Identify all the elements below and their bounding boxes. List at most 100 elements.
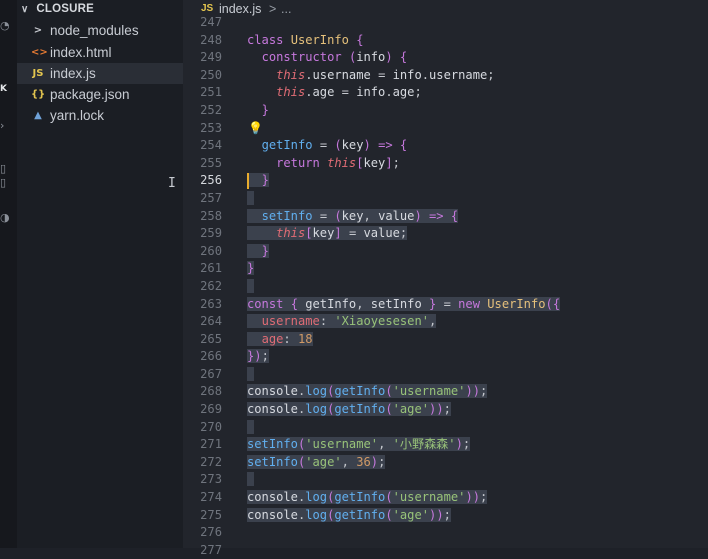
code-text: [247, 190, 255, 208]
file-tree-item[interactable]: > node_modules: [17, 20, 183, 41]
line-number: 257: [200, 190, 222, 205]
code-line[interactable]: 252 }: [183, 102, 708, 120]
text-caret: [247, 173, 249, 190]
file-tree-item[interactable]: JS index.js: [17, 63, 183, 84]
line-number: 261: [200, 261, 222, 276]
line-number: 260: [200, 243, 222, 258]
code-line[interactable]: 258 setInfo = (key, value) => {: [183, 208, 708, 226]
file-type-icon: <>: [31, 47, 48, 58]
code-line[interactable]: 255 return this[key];: [183, 155, 708, 173]
chevron-right-icon: >: [33, 25, 43, 36]
code-text: getInfo = (key) => {: [261, 138, 408, 153]
code-text: setInfo('username', '小野森森');: [247, 437, 471, 452]
code-line[interactable]: 276: [183, 524, 708, 542]
line-number: 266: [200, 349, 222, 364]
line-number: 268: [200, 384, 222, 399]
line-number: 269: [200, 402, 222, 417]
code-line[interactable]: 256 }: [183, 172, 708, 190]
file-tree-item[interactable]: <> index.html: [17, 42, 183, 63]
code-lines[interactable]: 247 248 class UserInfo {249 constructor (i…: [183, 14, 708, 559]
file-tree-label: package.json: [50, 87, 130, 102]
code-text: console.log(getInfo('age'));: [247, 507, 451, 522]
code-text: [247, 419, 255, 437]
file-tree-label: yarn.lock: [50, 108, 105, 123]
code-line[interactable]: 260 }: [183, 243, 708, 261]
code-text: constructor (info) {: [261, 50, 408, 65]
code-line[interactable]: 247: [183, 14, 708, 32]
line-number: 258: [200, 208, 222, 223]
code-line[interactable]: 275 console.log(getInfo('age'));: [183, 507, 708, 525]
code-text: const { getInfo, setInfo } = new UserInf…: [247, 296, 561, 311]
code-text: });: [247, 349, 269, 364]
code-text: }: [247, 261, 255, 276]
code-text: this.age = info.age;: [276, 85, 422, 100]
code-text: console.log(getInfo('age'));: [247, 402, 451, 417]
code-line[interactable]: 274 console.log(getInfo('username'));: [183, 489, 708, 507]
line-number: 252: [200, 102, 222, 117]
code-text: age: 18: [247, 331, 313, 349]
source-control-icon[interactable]: ›: [0, 120, 4, 132]
code-text: }: [247, 172, 269, 190]
file-tree-label: index.js: [50, 66, 96, 81]
code-editor[interactable]: JS index.js > ... 247 248 class UserInfo {…: [183, 0, 708, 557]
line-number: 267: [200, 366, 222, 381]
code-line[interactable]: 249 constructor (info) {: [183, 49, 708, 67]
code-text: return this[key];: [276, 155, 400, 170]
code-line[interactable]: 271 setInfo('username', '小野森森');: [183, 436, 708, 454]
code-line[interactable]: 277: [183, 542, 708, 559]
line-number: 276: [200, 525, 222, 540]
files-icon[interactable]: ◔: [0, 20, 10, 32]
file-tree-item[interactable]: {} package.json: [17, 84, 183, 105]
code-line[interactable]: 259 this[key] = value;: [183, 225, 708, 243]
line-number: 274: [200, 490, 222, 505]
line-number: 248: [200, 32, 222, 47]
line-number: 277: [200, 542, 222, 557]
code-text: console.log(getInfo('username'));: [247, 490, 488, 505]
code-line[interactable]: 264 username: 'Xiaoyesesen',: [183, 313, 708, 331]
code-text: [247, 471, 255, 489]
code-line[interactable]: 272 setInfo('age', 36);: [183, 454, 708, 472]
code-text: setInfo('age', 36);: [247, 454, 386, 469]
code-line[interactable]: 254 getInfo = (key) => {: [183, 137, 708, 155]
code-line[interactable]: 269 console.log(getInfo('age'));: [183, 401, 708, 419]
code-line[interactable]: 261}: [183, 260, 708, 278]
line-number: 259: [200, 226, 222, 241]
line-number: 251: [200, 85, 222, 100]
line-number: 273: [200, 472, 222, 487]
code-line[interactable]: 262: [183, 278, 708, 296]
line-number: 247: [200, 15, 222, 29]
search-icon[interactable]: K: [0, 83, 7, 95]
code-line[interactable]: 253 💡: [183, 120, 708, 138]
file-type-icon: JS: [32, 68, 44, 79]
file-tree-item[interactable]: ▲ yarn.lock: [17, 105, 183, 126]
code-line[interactable]: 250 this.username = info.username;: [183, 67, 708, 85]
code-line[interactable]: 263 const { getInfo, setInfo } = new User…: [183, 296, 708, 314]
code-line[interactable]: 267: [183, 366, 708, 384]
line-number: 256: [200, 173, 222, 188]
file-type-icon: {}: [31, 89, 46, 100]
explorer-sidebar: ∨ CLOSURE > node_modules <> index.html JS ind…: [17, 0, 183, 548]
line-number: 265: [200, 331, 222, 346]
line-number: 263: [200, 296, 222, 311]
code-text: }: [261, 102, 269, 117]
code-line[interactable]: 270: [183, 419, 708, 437]
extensions-icon[interactable]: ▯: [0, 177, 6, 189]
code-line[interactable]: 248 class UserInfo {: [183, 32, 708, 50]
code-line[interactable]: 265 age: 18: [183, 331, 708, 349]
run-debug-icon[interactable]: ▯: [0, 163, 6, 175]
code-line[interactable]: 266});: [183, 348, 708, 366]
code-line[interactable]: 268 console.log(getInfo('username'));: [183, 383, 708, 401]
line-number: 250: [200, 67, 222, 82]
lightbulb-icon[interactable]: 💡: [248, 120, 263, 138]
remote-icon[interactable]: ◑: [0, 212, 10, 224]
code-line[interactable]: 257: [183, 190, 708, 208]
code-line[interactable]: 273: [183, 471, 708, 489]
explorer-folder-header[interactable]: ∨ CLOSURE: [21, 0, 94, 18]
file-tree-label: index.html: [50, 45, 112, 60]
line-number: 254: [200, 138, 222, 153]
code-text: [247, 278, 255, 296]
code-text: this.username = info.username;: [276, 67, 495, 82]
code-line[interactable]: 251 this.age = info.age;: [183, 84, 708, 102]
code-text: }: [247, 243, 269, 261]
file-type-icon: ▲: [34, 110, 42, 121]
